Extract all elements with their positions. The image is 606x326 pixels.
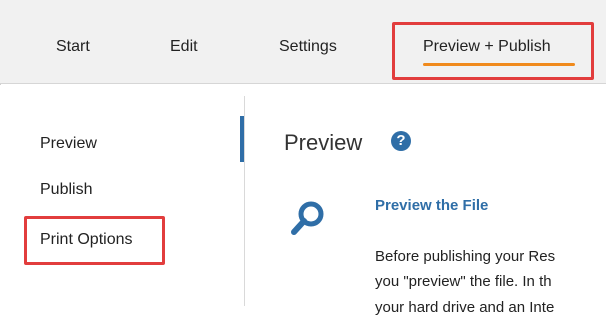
page-title: Preview (284, 130, 363, 155)
tab-edit[interactable]: Edit (170, 38, 198, 56)
sidebar-item-publish[interactable]: Publish (40, 181, 92, 199)
tab-bar: Start Edit Settings Preview + Publish (0, 0, 606, 84)
search-icon (291, 201, 324, 235)
tab-settings[interactable]: Settings (279, 38, 337, 56)
body-text-line: your hard drive and an Inte (375, 299, 555, 316)
highlight-box-tab (392, 22, 594, 80)
help-icon[interactable]: ? (391, 131, 411, 151)
sidebar-item-preview[interactable]: Preview (40, 135, 97, 153)
sidebar-divider (244, 96, 245, 306)
highlight-box-print-options (24, 216, 165, 265)
tab-start[interactable]: Start (56, 38, 90, 56)
body-text-line: Before publishing your Res (375, 248, 556, 265)
sidebar (0, 85, 246, 326)
sidebar-active-indicator (240, 116, 244, 162)
section-title[interactable]: Preview the File (375, 197, 488, 214)
body-text-line: you "preview" the file. In th (375, 273, 552, 290)
